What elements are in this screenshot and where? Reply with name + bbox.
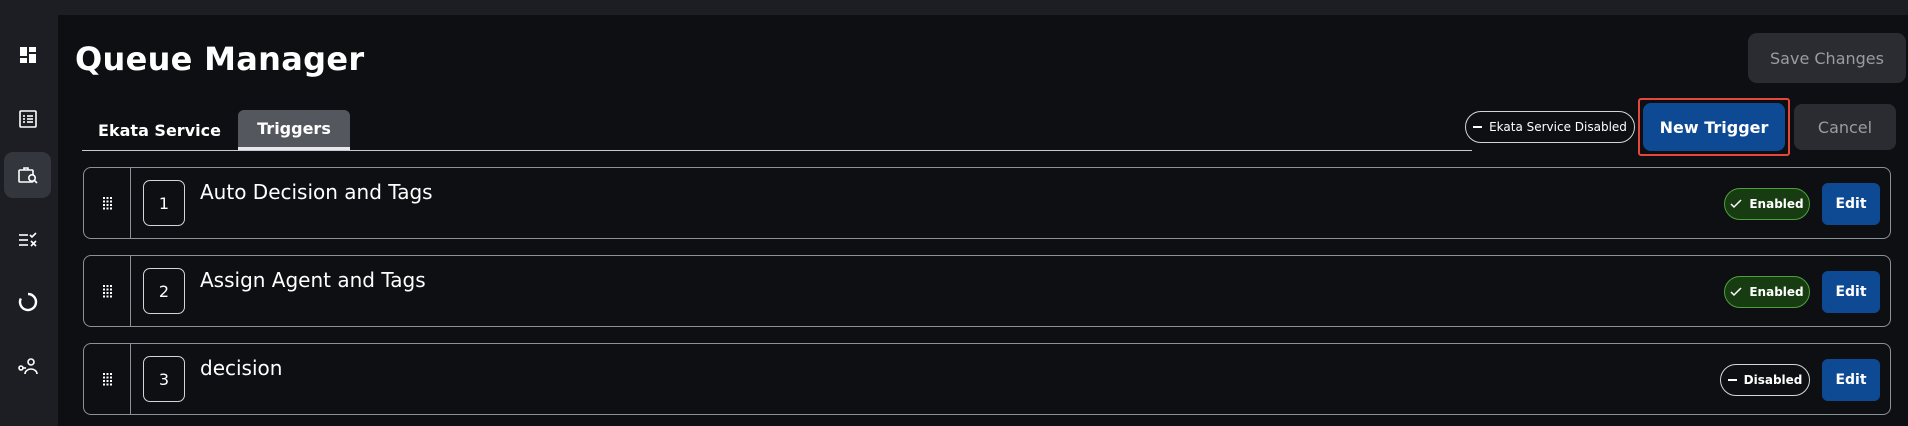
sidebar-item-users[interactable] — [4, 343, 51, 389]
sidebar-item-list[interactable] — [4, 96, 51, 142]
drag-handle[interactable] — [84, 344, 131, 414]
page-title: Queue Manager — [75, 40, 365, 78]
dashboard-icon — [19, 47, 36, 63]
status-badge: Disabled — [1720, 364, 1810, 396]
cancel-button[interactable]: Cancel — [1794, 104, 1896, 150]
checklist-icon — [18, 232, 37, 247]
top-bar — [0, 0, 1908, 15]
minus-icon — [1727, 379, 1737, 381]
check-icon — [1730, 287, 1742, 297]
user-connections-icon — [17, 358, 38, 375]
sidebar — [0, 15, 58, 426]
trigger-number: 1 — [143, 180, 185, 226]
trigger-number: 3 — [143, 356, 185, 402]
status-label: Enabled — [1749, 197, 1804, 211]
status-badge: Enabled — [1724, 276, 1810, 308]
check-icon — [1730, 199, 1742, 209]
trigger-row[interactable]: 1 Auto Decision and Tags Enabled Edit — [83, 167, 1891, 239]
minus-icon — [1473, 126, 1483, 128]
trigger-name: Assign Agent and Tags — [200, 268, 426, 292]
edit-button[interactable]: Edit — [1822, 183, 1880, 225]
status-label: Enabled — [1749, 285, 1804, 299]
main-content: Queue Manager Save Changes Ekata Service… — [58, 15, 1908, 426]
status-label: Disabled — [1743, 373, 1803, 387]
drag-grip-icon — [102, 373, 112, 386]
edit-button[interactable]: Edit — [1822, 271, 1880, 313]
ekata-service-status-badge: Ekata Service Disabled — [1465, 111, 1635, 143]
trigger-row[interactable]: 2 Assign Agent and Tags Enabled Edit — [83, 255, 1891, 327]
sidebar-item-checklist[interactable] — [4, 216, 51, 262]
status-badge: Enabled — [1724, 188, 1810, 220]
tab-bar: Ekata Service Triggers — [82, 110, 1472, 151]
trigger-row[interactable]: 3 decision Disabled Edit — [83, 343, 1891, 415]
drag-handle[interactable] — [84, 256, 131, 326]
trigger-name: Auto Decision and Tags — [200, 180, 433, 204]
trigger-name: decision — [200, 356, 283, 380]
drag-grip-icon — [102, 197, 112, 210]
tab-triggers[interactable]: Triggers — [238, 110, 350, 150]
drag-grip-icon — [102, 285, 112, 298]
tab-ekata-service[interactable]: Ekata Service — [82, 110, 237, 150]
trigger-number: 2 — [143, 268, 185, 314]
loading-circle-icon — [18, 292, 37, 312]
edit-button[interactable]: Edit — [1822, 359, 1880, 401]
ekata-service-status-label: Ekata Service Disabled — [1489, 120, 1627, 134]
sidebar-item-activity[interactable] — [4, 279, 51, 325]
save-changes-button[interactable]: Save Changes — [1748, 33, 1906, 83]
sidebar-item-dashboard[interactable] — [4, 32, 51, 78]
briefcase-search-icon — [17, 167, 38, 184]
list-icon — [18, 110, 37, 128]
new-trigger-button[interactable]: New Trigger — [1643, 103, 1785, 151]
drag-handle[interactable] — [84, 168, 131, 238]
sidebar-item-queue-manager[interactable] — [4, 152, 51, 198]
